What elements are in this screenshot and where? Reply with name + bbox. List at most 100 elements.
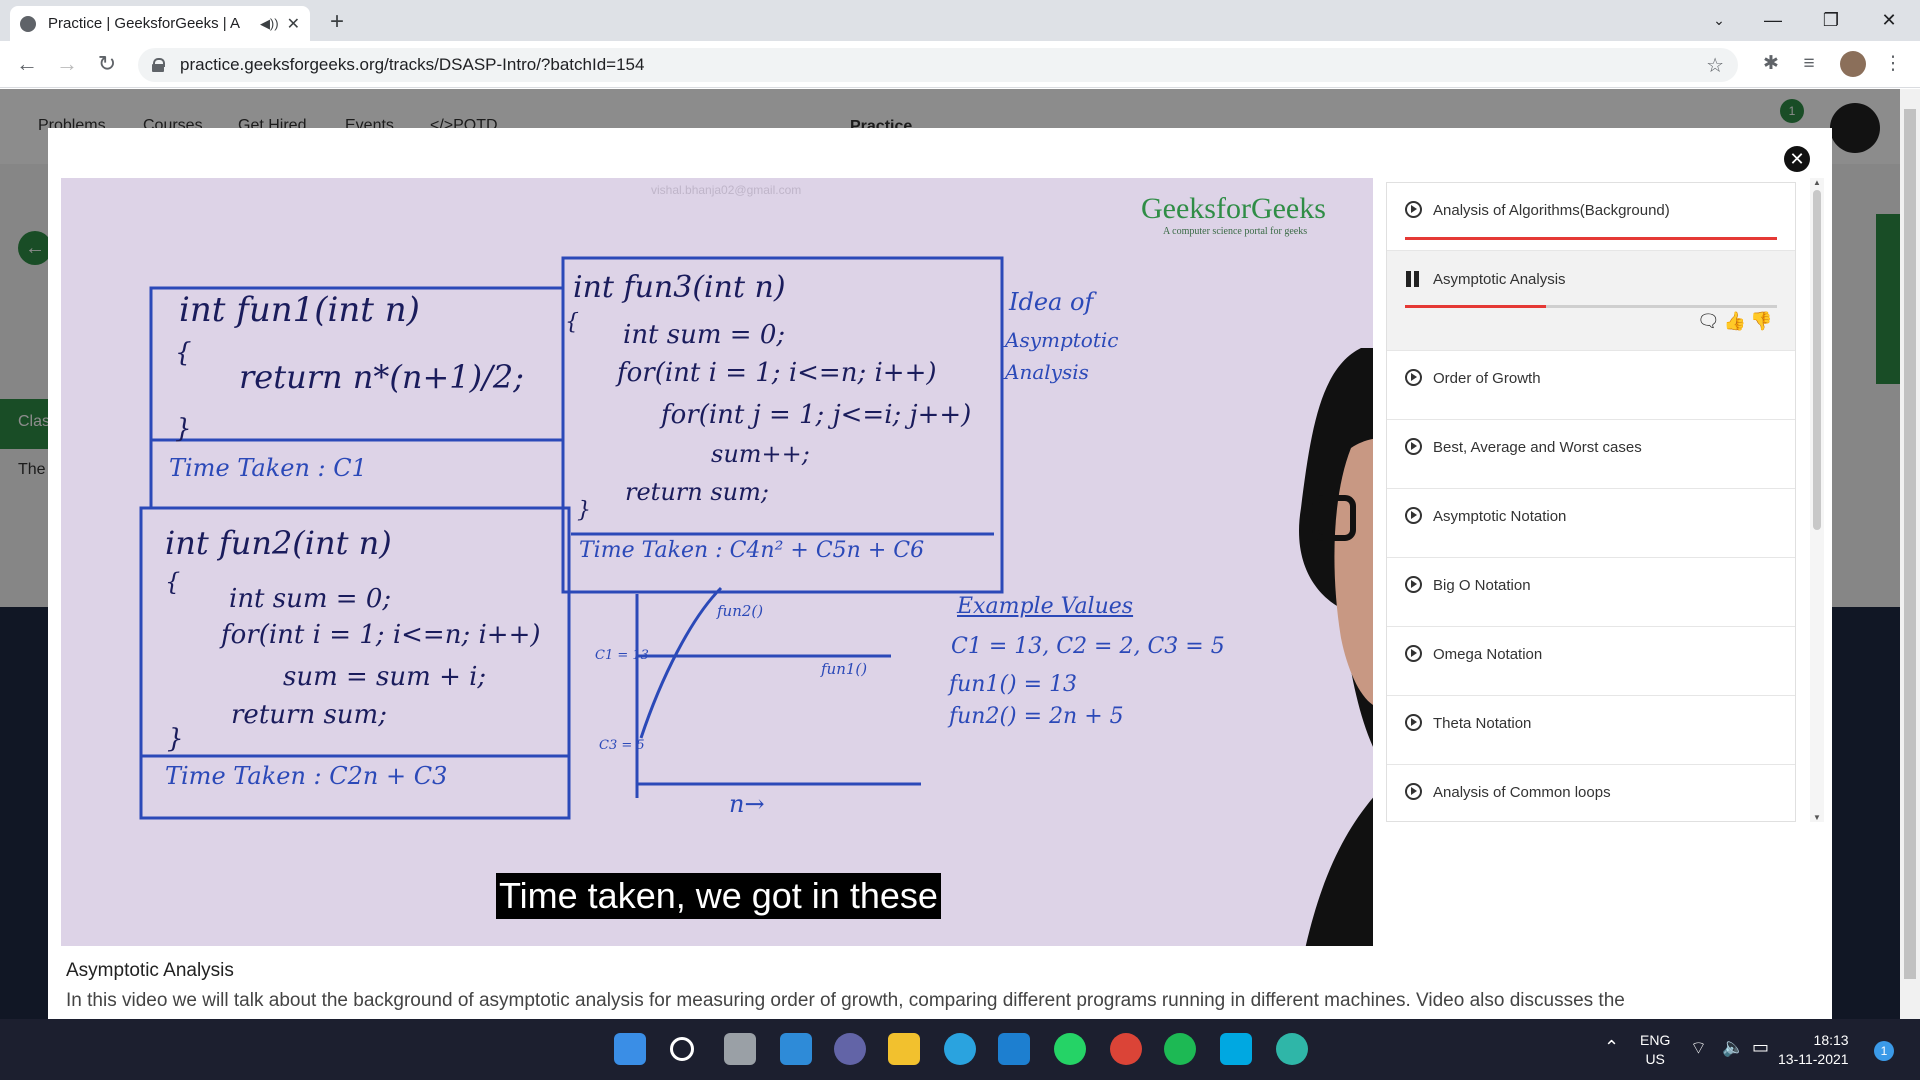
playlist-item-active[interactable]: Asymptotic Analysis 🗨👍👎 — [1387, 251, 1795, 351]
fun2-return: return sum; — [231, 700, 387, 730]
teams-chat-icon[interactable] — [834, 1033, 866, 1065]
playlist-item[interactable]: Best, Average and Worst cases — [1387, 420, 1795, 489]
fun2-signature: int fun2(int n) — [165, 524, 392, 562]
feedback-icons: 🗨👍👎 — [1697, 311, 1777, 332]
example-fun1: fun1() = 13 — [949, 672, 1078, 697]
fun3-outer-for: for(int i = 1; i<=n; i++) — [617, 358, 937, 388]
playlist-item-label: Theta Notation — [1433, 715, 1532, 732]
file-explorer-icon[interactable] — [888, 1033, 920, 1065]
battery-icon[interactable]: ▭ — [1752, 1037, 1769, 1058]
playlist-scroll-thumb[interactable] — [1813, 190, 1821, 530]
fun1-return: return n*(n+1)/2; — [239, 358, 525, 396]
clock-date: 13-11-2021 — [1778, 1051, 1849, 1067]
url-text: practice.geeksforgeeks.org/tracks/DSASP-… — [180, 55, 645, 74]
example-fun2: fun2() = 2n + 5 — [949, 704, 1124, 729]
lang-code: ENG — [1640, 1032, 1671, 1048]
scroll-down-icon[interactable]: ▼ — [1813, 813, 1821, 822]
page-scroll-thumb[interactable] — [1904, 109, 1916, 979]
video-progress-fill — [1405, 305, 1547, 308]
graph-fun2-label: fun2() — [717, 602, 764, 620]
playlist-item[interactable]: Order of Growth — [1387, 351, 1795, 420]
widgets-icon[interactable] — [780, 1033, 812, 1065]
fun2-time: Time Taken : C2n + C3 — [165, 762, 448, 790]
prime-video-icon[interactable] — [1220, 1033, 1252, 1065]
new-tab-button[interactable]: + — [322, 8, 352, 38]
start-button-icon[interactable] — [614, 1033, 646, 1065]
play-circle-icon — [1405, 507, 1422, 524]
thumbs-down-icon[interactable]: 👎 — [1750, 311, 1776, 331]
edge-icon[interactable] — [1276, 1033, 1308, 1065]
tab-search-icon[interactable]: ⌄ — [1696, 6, 1742, 36]
fun3-sum-init: int sum = 0; — [623, 320, 786, 350]
thumbs-up-icon[interactable]: 👍 — [1724, 311, 1750, 331]
mail-icon[interactable] — [998, 1033, 1030, 1065]
lock-icon — [152, 58, 165, 72]
playlist-item[interactable]: Theta Notation — [1387, 696, 1795, 765]
bookmark-star-icon[interactable]: ☆ — [1706, 53, 1724, 78]
modal-close-button[interactable]: ✕ — [1784, 146, 1810, 172]
extensions-icon[interactable]: ✱ — [1758, 51, 1784, 77]
fun3-time: Time Taken : C4n² + C5n + C6 — [579, 538, 925, 563]
completed-progress-bar — [1405, 237, 1777, 240]
browser-tab[interactable]: Practice | GeeksforGeeks | A ◀)) ✕ — [10, 6, 310, 41]
fun1-brace-open: { — [175, 338, 192, 368]
telegram-icon[interactable] — [944, 1033, 976, 1065]
graph-c3-label: C3 = 5 — [599, 738, 645, 753]
playlist-item[interactable]: Big O Notation — [1387, 558, 1795, 627]
audio-playing-icon[interactable]: ◀)) — [260, 16, 279, 32]
video-player[interactable]: vishal.bhanja02@gmail.com GeeksforGeeks … — [61, 178, 1373, 946]
clock[interactable]: 18:13 13-11-2021 — [1778, 1031, 1849, 1069]
maximize-button[interactable]: ❐ — [1808, 6, 1854, 36]
fun2-brace-close: } — [167, 724, 184, 754]
wifi-icon[interactable]: ⌔ — [1690, 1037, 1707, 1060]
fun3-inner-for: for(int j = 1; j<=i; j++) — [661, 400, 972, 430]
search-icon[interactable] — [670, 1037, 694, 1061]
forward-button[interactable]: → — [52, 49, 82, 79]
graph-c1-label: C1 = 13 — [595, 648, 649, 663]
playlist-item[interactable]: Analysis of Common loops — [1387, 765, 1795, 821]
window-close-button[interactable]: ✕ — [1866, 6, 1912, 36]
playlist-item-label: Omega Notation — [1433, 646, 1543, 663]
scroll-up-icon[interactable]: ▲ — [1813, 178, 1821, 187]
playlist-scrollbar[interactable]: ▲ ▼ — [1810, 178, 1824, 822]
tab-close-icon[interactable]: ✕ — [287, 14, 300, 34]
idea-line2: Asymptotic — [1005, 328, 1119, 352]
pause-icon[interactable] — [1405, 271, 1421, 287]
playlist-item[interactable]: Analysis of Algorithms(Background) — [1387, 183, 1795, 251]
lesson-playlist: Analysis of Algorithms(Background) Asymp… — [1386, 182, 1796, 822]
idea-line3: Analysis — [1005, 360, 1089, 384]
playlist-item-label: Asymptotic Notation — [1433, 508, 1567, 525]
play-circle-icon — [1405, 645, 1422, 662]
fun3-return: return sum; — [625, 478, 769, 506]
fun3-sum-inc: sum++; — [711, 440, 810, 468]
whatsapp-icon[interactable] — [1054, 1033, 1086, 1065]
back-button[interactable]: ← — [12, 49, 42, 79]
graph-axis-label: n→ — [729, 790, 765, 818]
reload-button[interactable]: ↻ — [92, 49, 122, 79]
menu-icon[interactable]: ⋮ — [1880, 51, 1906, 77]
address-bar[interactable]: practice.geeksforgeeks.org/tracks/DSASP-… — [138, 48, 1738, 82]
notification-badge-taskbar[interactable]: 1 — [1874, 1041, 1894, 1061]
volume-icon[interactable]: 🔈 — [1722, 1037, 1744, 1058]
playlist-item[interactable]: Omega Notation — [1387, 627, 1795, 696]
play-circle-icon — [1405, 438, 1422, 455]
region-code: US — [1645, 1051, 1665, 1067]
language-indicator[interactable]: ENG US — [1640, 1031, 1670, 1069]
clock-time: 18:13 — [1813, 1032, 1849, 1048]
spotify-icon[interactable] — [1164, 1033, 1196, 1065]
play-circle-icon — [1405, 201, 1422, 218]
video-progress-bar[interactable] — [1405, 305, 1777, 308]
comment-icon[interactable]: 🗨 — [1697, 311, 1724, 331]
fun2-sum-add: sum = sum + i; — [283, 662, 487, 692]
fun1-time: Time Taken : C1 — [169, 454, 367, 482]
minimize-button[interactable]: — — [1750, 6, 1796, 36]
chrome-icon[interactable] — [1110, 1033, 1142, 1065]
graph-fun1-label: fun1() — [821, 660, 868, 678]
playlist-item[interactable]: Asymptotic Notation — [1387, 489, 1795, 558]
profile-avatar[interactable] — [1840, 51, 1866, 77]
tray-chevron-icon[interactable]: ⌃ — [1604, 1037, 1619, 1058]
video-modal: ✕ vishal.bhanja02@gmail.com GeeksforGeek… — [48, 128, 1832, 1019]
page-scrollbar[interactable] — [1900, 89, 1920, 1019]
media-control-icon[interactable]: ≡ — [1796, 51, 1822, 77]
task-view-icon[interactable] — [724, 1033, 756, 1065]
